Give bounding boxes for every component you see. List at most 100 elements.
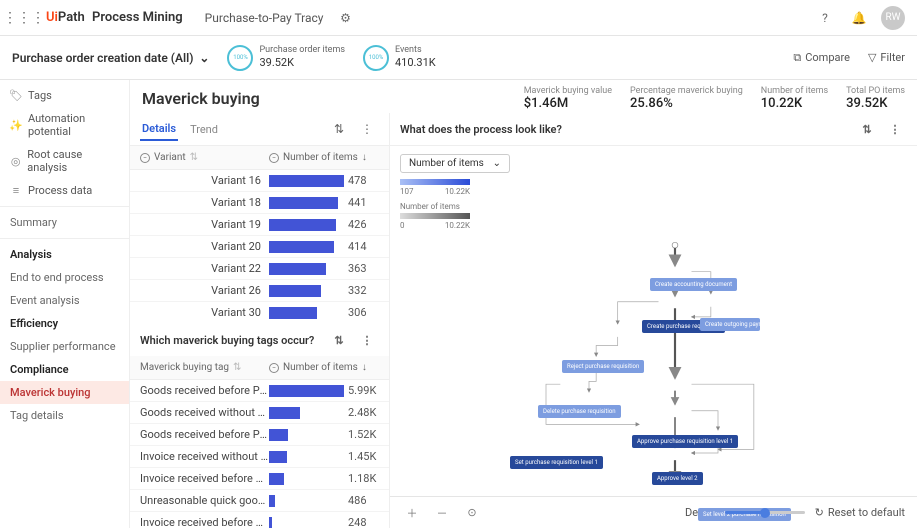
table-row[interactable]: Variant 18441 <box>130 192 389 214</box>
zoom-out-button[interactable]: － <box>432 505 452 521</box>
kpi-value: $1.46M <box>524 96 612 111</box>
kpi-donut-value: 39.52K <box>259 56 345 69</box>
kpi-value: 25.86% <box>630 96 743 111</box>
date-filter[interactable]: Purchase order creation date (All) ⌄ <box>12 51 209 65</box>
sidebar-subitem[interactable]: Event analysis <box>0 289 129 312</box>
menu-icon[interactable]: ⋮ <box>883 117 907 141</box>
metric-select[interactable]: Number of items ⌄ <box>400 154 510 173</box>
donut-icon: 100% <box>363 45 389 71</box>
process-node[interactable]: Create accounting document <box>650 278 737 291</box>
sidebar-subitem[interactable]: Supplier performance <box>0 335 129 358</box>
table-row[interactable]: Invoice received before PO...1.18K <box>130 468 389 490</box>
avatar[interactable]: RW <box>881 6 905 30</box>
row-label: Variant 16 <box>140 174 269 187</box>
sidebar-subitem[interactable]: Maverick buying <box>0 381 129 404</box>
row-value: 306 <box>344 306 379 319</box>
process-node[interactable]: Create outgoing payment <box>700 318 760 331</box>
sidebar-subitem[interactable]: Tag details <box>0 404 129 427</box>
table-row[interactable]: Variant 30306 <box>130 302 389 320</box>
table-row[interactable]: Invoice received before PO...248 <box>130 512 389 528</box>
row-value: 2.48K <box>344 406 379 419</box>
sidebar-item[interactable]: 🏷Tags <box>0 84 129 107</box>
tags-table-body: Goods received before PO ...5.99KGoods r… <box>130 380 389 528</box>
row-value: 426 <box>344 218 379 231</box>
sidebar-item[interactable]: ◎Root cause analysis <box>0 143 129 179</box>
table-row[interactable]: Invoice received without P...1.45K <box>130 446 389 468</box>
col-variant[interactable]: Variant <box>154 152 186 163</box>
row-label: Invoice received before PO... <box>140 472 269 485</box>
menu-icon[interactable]: ⋮ <box>355 117 379 141</box>
sort-icon[interactable]: ⇅ <box>233 362 241 373</box>
legend-nodes: 10710.22K <box>400 179 510 196</box>
help-icon[interactable]: ? <box>813 6 837 30</box>
col-tag[interactable]: Maverick buying tag <box>140 362 229 373</box>
table-row[interactable]: Variant 20414 <box>130 236 389 258</box>
kpi-title: Maverick buying value <box>524 86 612 96</box>
sidebar-item[interactable]: ≡Process data <box>0 179 129 202</box>
gear-icon[interactable]: ⚙ <box>333 6 357 30</box>
collapse-icon[interactable]: − <box>140 153 150 163</box>
row-label: Variant 20 <box>140 240 269 253</box>
table-row[interactable]: Goods received before PO ...5.99K <box>130 380 389 402</box>
table-row[interactable]: Variant 19426 <box>130 214 389 236</box>
tags-section-title: Which maverick buying tags occur? ⇅ ⋮ <box>130 320 389 356</box>
process-node[interactable]: Set level 2 purchase requisition <box>698 508 791 521</box>
sort-icon[interactable]: ⇅ <box>190 152 198 163</box>
variant-table-header: − Variant ⇅ − Number of items ↓ <box>130 146 389 170</box>
apps-icon[interactable]: ⋮⋮⋮ <box>12 6 36 30</box>
collapse-icon[interactable]: − <box>269 363 279 373</box>
sidebar-group-head: Compliance <box>0 358 129 381</box>
bar <box>269 451 287 463</box>
project-name[interactable]: Purchase-to-Pay Tracy <box>205 11 324 25</box>
kpi-donut-label: Events <box>395 46 436 56</box>
sort-down-icon[interactable]: ↓ <box>362 362 367 373</box>
kpi-card: Number of items10.22K <box>761 86 828 111</box>
process-node[interactable]: Delete purchase requisition <box>538 405 621 418</box>
zoom-in-button[interactable]: ＋ <box>402 505 422 521</box>
collapse-icon[interactable]: − <box>269 153 279 163</box>
sort-down-icon[interactable]: ↓ <box>362 152 367 163</box>
process-graph[interactable]: Create accounting document Create purcha… <box>390 238 917 496</box>
process-node[interactable]: Set purchase requisition level 1 <box>510 456 603 469</box>
tags-title-text: Which maverick buying tags occur? <box>140 334 314 347</box>
logo-path: Path <box>58 10 85 25</box>
row-value: 332 <box>344 284 379 297</box>
table-row[interactable]: Unreasonable quick goods...486 <box>130 490 389 512</box>
tab-trend[interactable]: Trend <box>188 119 220 140</box>
row-label: Variant 26 <box>140 284 269 297</box>
col-number[interactable]: Number of items <box>283 362 358 373</box>
row-label: Goods received without P... <box>140 406 269 419</box>
sort-icon[interactable]: ⇅ <box>327 117 351 141</box>
process-node[interactable]: Approve purchase requisition level 1 <box>632 435 738 448</box>
col-number[interactable]: Number of items <box>283 152 358 163</box>
kpi-title: Percentage maverick buying <box>630 86 743 96</box>
table-row[interactable]: Variant 16478 <box>130 170 389 192</box>
table-row[interactable]: Goods received before PO ...1.52K <box>130 424 389 446</box>
bar <box>269 307 317 319</box>
process-node[interactable]: Reject purchase requisition <box>562 360 644 373</box>
kpi-donut-events[interactable]: 100% Events 410.31K <box>363 45 436 71</box>
tab-details[interactable]: Details <box>140 118 178 141</box>
reset-button[interactable]: ↻ Reset to default <box>815 506 905 519</box>
bell-icon[interactable]: 🔔 <box>847 6 871 30</box>
menu-icon[interactable]: ⋮ <box>355 328 379 352</box>
table-row[interactable]: Goods received without P... 2.48K <box>130 402 389 424</box>
zoom-fit-button[interactable]: ⊙ <box>462 506 482 519</box>
sidebar-subitem[interactable]: End to end process <box>0 266 129 289</box>
table-row[interactable]: Variant 22363 <box>130 258 389 280</box>
sidebar-item[interactable]: ✨Automation potential <box>0 107 129 143</box>
table-row[interactable]: Variant 26 332 <box>130 280 389 302</box>
filter-button[interactable]: ▽ Filter <box>868 51 905 64</box>
bar <box>269 517 272 528</box>
kpi-donut-label: Purchase order items <box>259 46 345 56</box>
bar <box>269 241 334 253</box>
compare-button[interactable]: ⧉ Compare <box>793 51 850 65</box>
row-value: 441 <box>344 196 379 209</box>
sort-icon[interactable]: ⇅ <box>855 117 879 141</box>
kpi-donut-po-items[interactable]: 100% Purchase order items 39.52K <box>227 45 345 71</box>
process-node[interactable]: Approve level 2 <box>652 472 703 485</box>
sidebar-icon: 🏷 <box>10 89 22 102</box>
sidebar-subitem[interactable]: Summary <box>0 211 129 234</box>
sort-icon[interactable]: ⇅ <box>327 328 351 352</box>
chevron-down-icon: ⌄ <box>493 158 501 169</box>
